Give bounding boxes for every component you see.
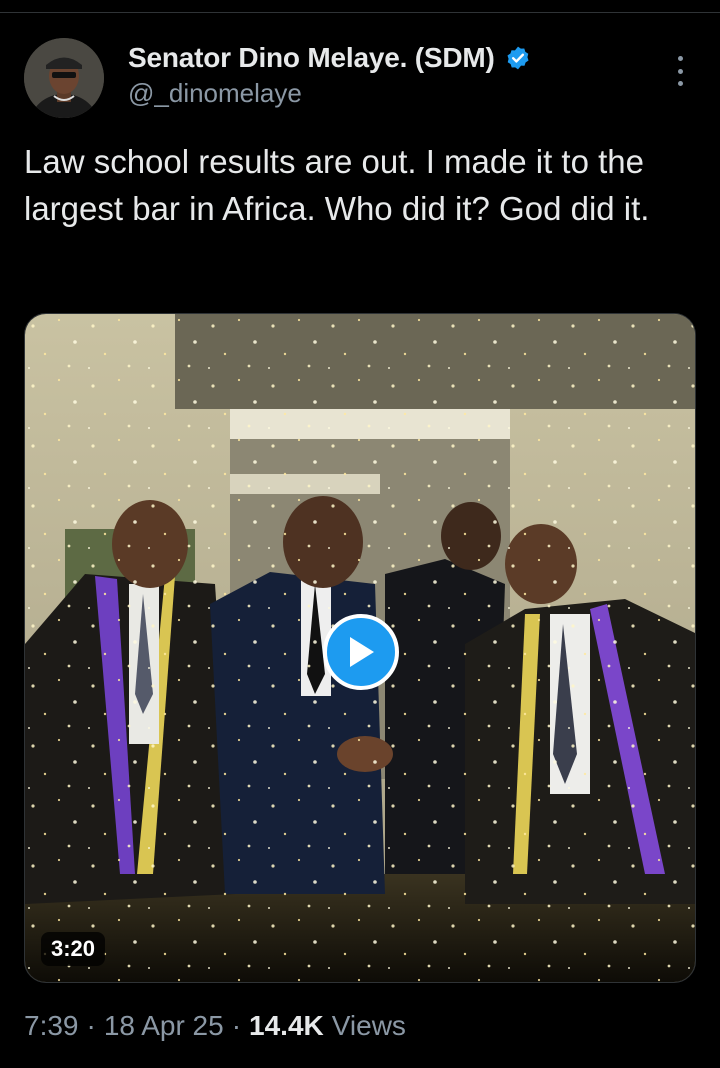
author-display-name[interactable]: Senator Dino Melaye. (SDM) xyxy=(128,42,495,74)
meta-separator: · xyxy=(86,1010,96,1041)
play-button[interactable] xyxy=(323,614,399,690)
tweet-header: Senator Dino Melaye. (SDM) @_dinomelaye xyxy=(128,42,531,109)
avatar-image xyxy=(24,38,104,118)
tweet-meta: 7:39 · 18 Apr 25 · 14.4K Views xyxy=(24,1010,406,1042)
name-row: Senator Dino Melaye. (SDM) xyxy=(128,42,531,74)
tweet-text: Law school results are out. I made it to… xyxy=(24,143,650,227)
more-options-icon[interactable] xyxy=(670,56,690,86)
views-label: Views xyxy=(331,1010,406,1041)
top-divider xyxy=(0,12,720,13)
avatar[interactable] xyxy=(24,38,104,118)
video-player[interactable]: 3:20 xyxy=(24,313,696,983)
video-duration-badge: 3:20 xyxy=(41,932,106,966)
tweet-date[interactable]: 18 Apr 25 xyxy=(104,1010,224,1042)
verified-badge-icon xyxy=(505,45,531,71)
views-count[interactable]: 14.4K xyxy=(249,1010,324,1042)
meta-separator: · xyxy=(231,1010,242,1041)
tweet-time[interactable]: 7:39 xyxy=(24,1010,79,1042)
author-handle[interactable]: @_dinomelaye xyxy=(128,78,531,109)
play-icon xyxy=(350,637,374,667)
